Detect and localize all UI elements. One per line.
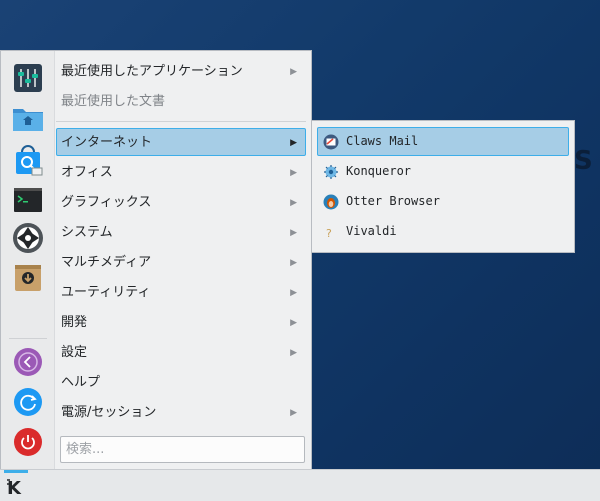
application-menu: 最近使用したアプリケーション ▶ 最近使用した文書 インターネット ▶ オフィス… <box>0 50 312 470</box>
category-list: 最近使用したアプリケーション ▶ 最近使用した文書 インターネット ▶ オフィス… <box>54 51 311 469</box>
category-label: インターネット <box>61 135 153 150</box>
category-internet[interactable]: インターネット ▶ <box>56 128 306 156</box>
category-graphics[interactable]: グラフィックス ▶ <box>56 188 306 216</box>
svg-text:K: K <box>7 478 22 498</box>
fav-terminal[interactable] <box>11 183 45 217</box>
submenu-item-konqueror[interactable]: Konqueror <box>317 157 569 186</box>
svg-text:?: ? <box>326 227 332 240</box>
category-label: 最近使用したアプリケーション <box>61 64 243 79</box>
submenu-item-otter-browser[interactable]: Otter Browser <box>317 187 569 216</box>
category-label: システム <box>61 225 113 240</box>
submenu-item-vivaldi[interactable]: ? Vivaldi <box>317 217 569 246</box>
category-recent-documents[interactable]: 最近使用した文書 <box>56 87 306 115</box>
fav-software-center[interactable] <box>11 143 45 177</box>
konqueror-icon <box>324 165 338 179</box>
chevron-right-icon: ▶ <box>290 168 297 178</box>
category-label: グラフィックス <box>61 195 152 210</box>
submenu-item-label: Otter Browser <box>346 194 440 208</box>
terminal-icon <box>14 188 42 212</box>
fav-archive[interactable] <box>11 261 45 295</box>
category-label: 電源/セッション <box>61 405 157 420</box>
chevron-right-icon: ▶ <box>290 258 297 268</box>
submenu-item-label: Claws Mail <box>346 134 419 148</box>
fav-mixer[interactable] <box>11 61 45 95</box>
vivaldi-icon: ? <box>326 227 332 240</box>
category-label: ユーティリティ <box>61 285 151 300</box>
category-multimedia[interactable]: マルチメディア ▶ <box>56 248 306 276</box>
search-input[interactable]: 検索... <box>60 436 305 463</box>
category-label: オフィス <box>61 165 113 180</box>
archive-icon <box>15 265 41 291</box>
category-help[interactable]: ヘルプ <box>56 368 306 396</box>
category-label: 最近使用した文書 <box>61 94 166 109</box>
fav-aperture[interactable] <box>11 221 45 255</box>
refresh-icon <box>14 388 42 416</box>
chevron-right-icon: ▶ <box>290 198 297 208</box>
power-icon <box>14 428 42 456</box>
chevron-right-icon: ▶ <box>290 348 297 358</box>
submenu-item-label: Konqueror <box>346 164 412 178</box>
application-launcher-button[interactable]: K <box>4 470 28 501</box>
desktop-wallpaper-text: S <box>574 146 594 176</box>
category-label: ヘルプ <box>61 375 101 390</box>
aperture-icon <box>13 223 43 253</box>
software-center-icon <box>16 145 43 176</box>
category-power-session[interactable]: 電源/セッション ▶ <box>56 398 306 426</box>
submenu-item-label: Vivaldi <box>346 224 397 238</box>
category-utilities[interactable]: ユーティリティ ▶ <box>56 278 306 306</box>
category-label: 設定 <box>61 345 88 360</box>
mixer-icon <box>14 64 42 92</box>
category-office[interactable]: オフィス ▶ <box>56 158 306 186</box>
chevron-right-icon: ▶ <box>290 288 297 298</box>
category-settings[interactable]: 設定 ▶ <box>56 338 306 366</box>
chevron-right-icon: ▶ <box>290 67 297 77</box>
chevron-right-icon: ▶ <box>290 138 297 148</box>
otter-browser-icon <box>323 194 339 210</box>
taskbar: K <box>0 469 600 501</box>
category-development[interactable]: 開発 ▶ <box>56 308 306 336</box>
internet-submenu: Claws Mail Konqueror Otter Browser ? Viv… <box>311 120 575 253</box>
category-label: 開発 <box>61 315 88 330</box>
favorites-column <box>1 51 55 469</box>
fav-home[interactable] <box>11 101 45 135</box>
fav-power[interactable] <box>11 425 45 459</box>
kde-launcher-icon: K <box>7 478 22 498</box>
category-system[interactable]: システム ▶ <box>56 218 306 246</box>
fav-switch-user[interactable] <box>11 385 45 419</box>
home-folder-icon <box>13 109 43 131</box>
category-label: マルチメディア <box>61 255 152 270</box>
submenu-item-claws-mail[interactable]: Claws Mail <box>317 127 569 156</box>
chevron-right-icon: ▶ <box>290 228 297 238</box>
lock-icon <box>14 348 42 376</box>
chevron-right-icon: ▶ <box>290 318 297 328</box>
claws-mail-icon <box>323 134 339 150</box>
chevron-right-icon: ▶ <box>290 408 297 418</box>
category-recent-apps[interactable]: 最近使用したアプリケーション ▶ <box>56 57 306 85</box>
fav-lock-screen[interactable] <box>11 345 45 379</box>
